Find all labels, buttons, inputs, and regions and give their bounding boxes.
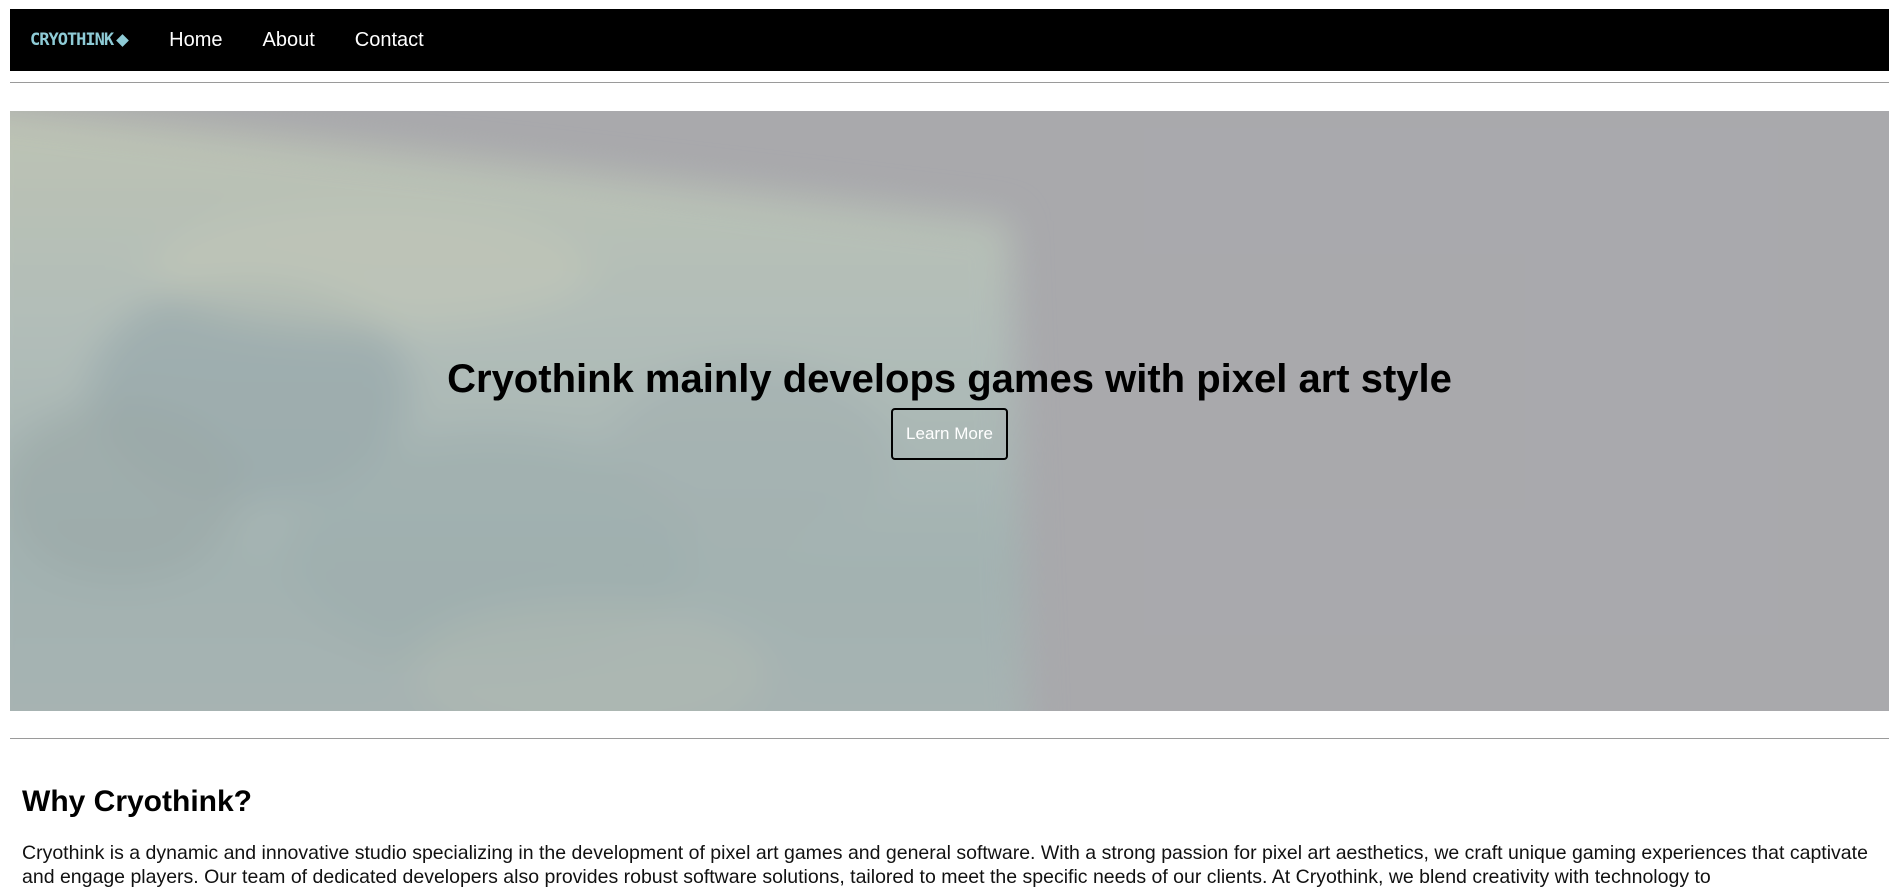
learn-more-button[interactable]: Learn More [891,408,1008,460]
top-navbar: CRYOTHINK Home About Contact [10,9,1889,71]
section-divider [10,738,1889,739]
nav-home-link[interactable]: Home [169,29,222,52]
why-heading: Why Cryothink? [22,785,252,818]
brand-logo-text: CRYOTHINK [30,30,114,50]
hero-title: Cryothink mainly develops games with pix… [447,357,1452,401]
hero-content: Cryothink mainly develops games with pix… [10,357,1889,460]
why-body-text: Cryothink is a dynamic and innovative st… [22,842,1868,888]
top-divider [10,82,1889,83]
nav-about-link[interactable]: About [262,29,314,52]
why-section: Why Cryothink? Cryothink is a dynamic an… [22,785,1882,889]
brand-logo[interactable]: CRYOTHINK [30,30,129,50]
nav-contact-link[interactable]: Contact [355,29,424,52]
nav-links: Home About Contact [169,29,424,52]
diamond-icon [116,33,129,47]
hero-section: Cryothink mainly develops games with pix… [10,111,1889,711]
page: CRYOTHINK Home About Contact Cryothink m… [0,0,1901,893]
